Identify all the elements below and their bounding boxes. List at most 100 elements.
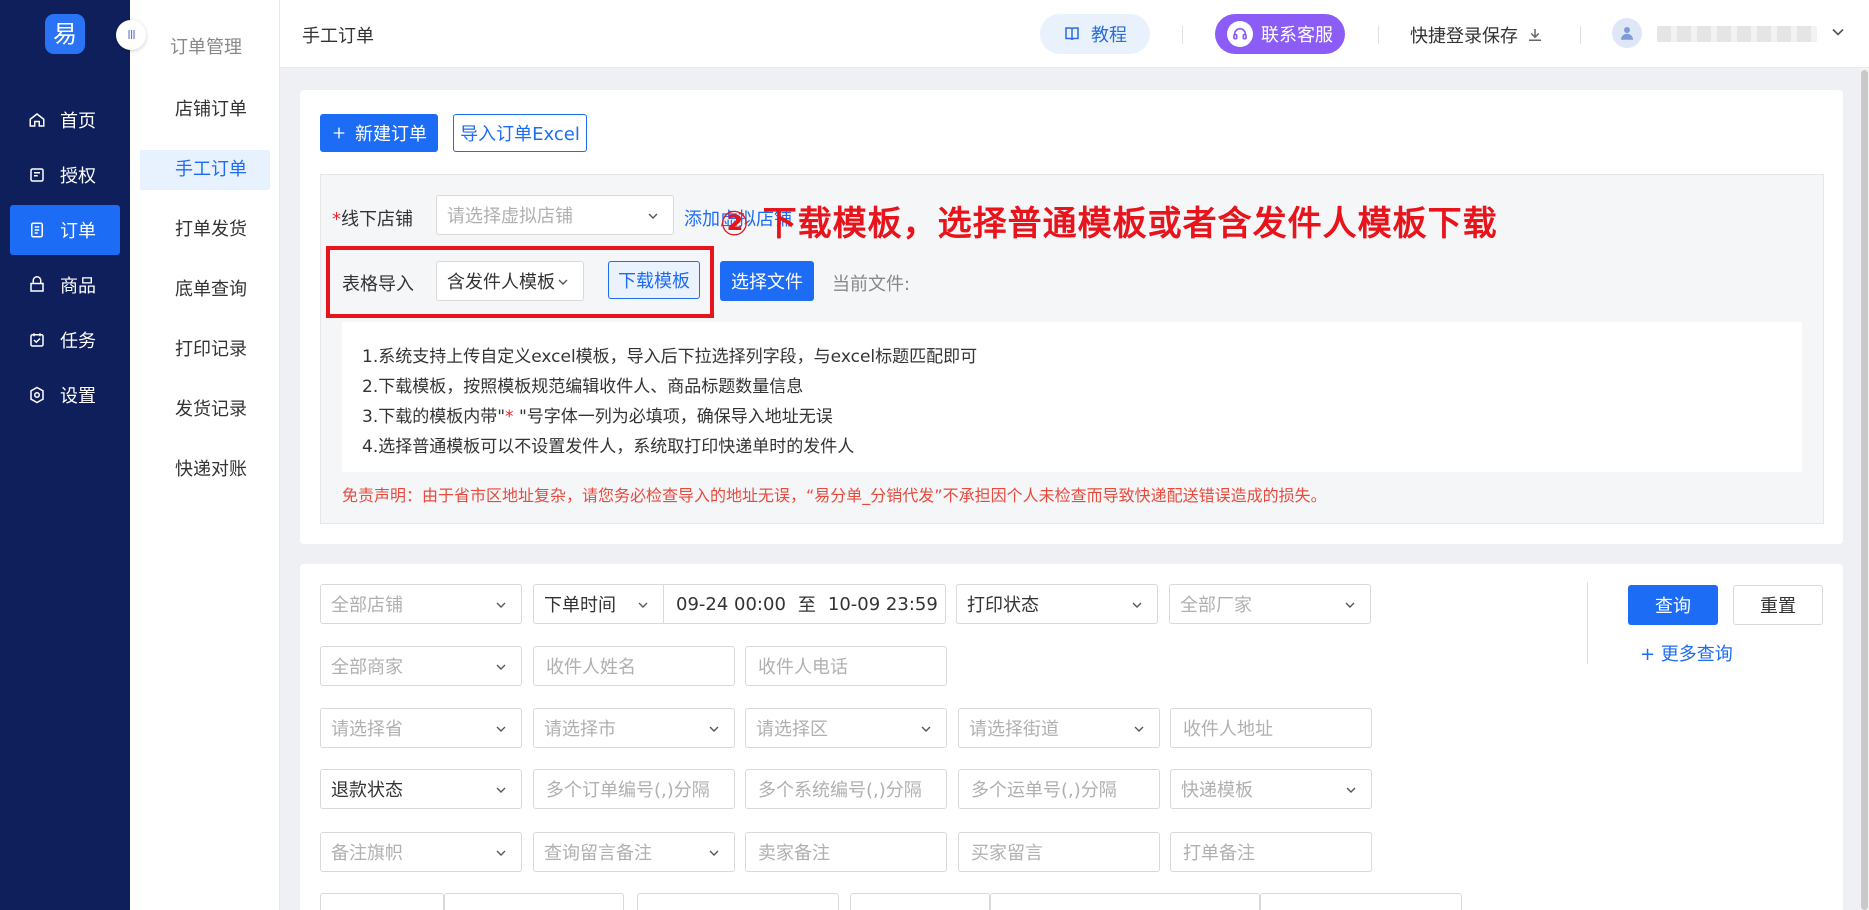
sidebar-item-label: 设置: [60, 386, 96, 407]
virtual-shop-placeholder: 请选择虚拟店铺: [447, 206, 573, 227]
app-logo[interactable]: 易: [45, 14, 85, 54]
select-value: 请选择市: [544, 719, 616, 740]
remark-flag-select[interactable]: 备注旗帜: [320, 832, 522, 872]
receiver-name-input[interactable]: 收件人姓名: [533, 646, 735, 686]
partial-field[interactable]: [1260, 893, 1462, 910]
order-numbers-input[interactable]: 多个订单编号(,)分隔: [533, 769, 735, 809]
reset-button[interactable]: 重置: [1733, 585, 1823, 625]
sidebar-item-label: 任务: [60, 331, 96, 352]
contact-service-button[interactable]: 联系客服: [1215, 14, 1345, 54]
partial-field[interactable]: [320, 893, 444, 910]
chevron-down-icon: [638, 602, 648, 608]
header-divider: [1378, 26, 1379, 44]
all-shops-select[interactable]: 全部店铺: [320, 584, 522, 624]
system-numbers-input[interactable]: 多个系统编号(,)分隔: [745, 769, 947, 809]
district-select[interactable]: 请选择区: [745, 708, 947, 748]
print-remark-input[interactable]: 打单备注: [1170, 832, 1372, 872]
page-title: 手工订单: [302, 26, 374, 47]
all-merchants-select[interactable]: 全部商家: [320, 646, 522, 686]
user-icon: [1621, 27, 1633, 40]
user-avatar[interactable]: [1612, 18, 1642, 48]
subnav-item-express-reconcile[interactable]: 快递对账: [140, 450, 270, 490]
subnav-item-print-records[interactable]: 打印记录: [140, 330, 270, 370]
search-button[interactable]: 查询: [1628, 585, 1718, 625]
chevron-down-icon[interactable]: [1828, 22, 1848, 42]
new-order-button[interactable]: 新建订单: [320, 114, 438, 152]
highlight-frame: [326, 246, 714, 318]
sidebar-item-label: 商品: [60, 276, 96, 297]
plus-icon: [333, 127, 345, 139]
home-icon: [26, 109, 48, 131]
scrollbar-thumb[interactable]: [1861, 70, 1868, 910]
subnav-item-print-ship[interactable]: 打单发货: [140, 210, 270, 250]
buyer-message-input[interactable]: 买家留言: [958, 832, 1160, 872]
select-value: 快递模板: [1181, 780, 1253, 801]
vertical-scrollbar[interactable]: [1860, 68, 1869, 910]
city-select[interactable]: 请选择市: [533, 708, 735, 748]
tutorial-button[interactable]: 教程: [1040, 14, 1150, 54]
partial-field[interactable]: [444, 893, 624, 910]
top-header: 手工订单 教程 联系客服 快捷登录保存: [280, 0, 1869, 68]
subnav-item-ship-records[interactable]: 发货记录: [140, 390, 270, 430]
offline-shop-text: 线下店铺: [341, 209, 413, 230]
select-value: 备注旗帜: [331, 843, 403, 864]
select-value: 退款状态: [331, 780, 403, 801]
waybill-numbers-input[interactable]: 多个运单号(,)分隔: [958, 769, 1160, 809]
date-range-picker[interactable]: 09-24 00:00 至 10-09 23:59: [664, 584, 946, 624]
subnav-item-stub-query[interactable]: 底单查询: [140, 270, 270, 310]
instruction-line: 4.选择普通模板可以不设置发件人，系统取打印快递单时的发件人: [362, 437, 855, 457]
select-value: 请选择街道: [969, 719, 1059, 740]
instruction-line: 1.系统支持上传自定义excel模板，导入后下拉选择列字段，与excel标题匹配…: [362, 347, 978, 367]
authorize-icon: [26, 164, 48, 186]
more-query-link[interactable]: + 更多查询: [1640, 640, 1733, 666]
main-sidebar: 易 首页 授权 订单 商品 任务 设置: [0, 0, 130, 910]
sidebar-item-settings[interactable]: 设置: [10, 370, 120, 420]
settings-icon: [26, 384, 48, 406]
order-time-select[interactable]: 下单时间: [533, 584, 664, 624]
print-status-select[interactable]: 打印状态: [956, 584, 1158, 624]
instruction-text: 3.下载的模板内带": [362, 407, 506, 427]
subnav-title: 订单管理: [170, 37, 242, 58]
receiver-address-input[interactable]: 收件人地址: [1170, 708, 1372, 748]
offline-shop-label: *线下店铺: [332, 205, 413, 231]
service-label: 联系客服: [1261, 25, 1333, 46]
collapse-sidebar-button[interactable]: III: [116, 20, 146, 50]
chevron-down-icon: [709, 850, 719, 856]
quick-login-save[interactable]: 快捷登录保存: [1410, 22, 1544, 48]
partial-field[interactable]: [637, 893, 839, 910]
subnav-item-shop-orders[interactable]: 店铺订单: [140, 90, 270, 130]
date-start: 09-24 00:00: [676, 593, 786, 615]
choose-file-button[interactable]: 选择文件: [720, 261, 814, 301]
virtual-shop-select[interactable]: 请选择虚拟店铺: [436, 195, 674, 235]
partial-field[interactable]: [990, 893, 1260, 910]
express-template-select[interactable]: 快递模板: [1170, 769, 1372, 809]
chevron-down-icon: [648, 213, 658, 219]
all-factories-select[interactable]: 全部厂家: [1169, 584, 1371, 624]
date-end: 10-09 23:59: [827, 593, 938, 615]
book-icon: [1065, 27, 1079, 41]
street-select[interactable]: 请选择街道: [958, 708, 1160, 748]
sidebar-item-goods[interactable]: 商品: [10, 260, 120, 310]
sidebar-item-home[interactable]: 首页: [10, 95, 120, 145]
sidebar-item-label: 授权: [60, 166, 96, 187]
query-remark-select[interactable]: 查询留言备注: [533, 832, 735, 872]
quick-save-label: 快捷登录保存: [1410, 26, 1518, 47]
subnav-item-manual-orders[interactable]: 手工订单: [140, 150, 270, 190]
sidebar-item-order[interactable]: 订单: [10, 205, 120, 255]
partial-field[interactable]: [850, 893, 990, 910]
annotation-text: ② 下载模板，选择普通模板或者含发件人模板下载: [720, 204, 1498, 244]
download-icon: [1529, 29, 1541, 41]
import-excel-button[interactable]: 导入订单Excel: [453, 114, 587, 152]
sidebar-item-authorize[interactable]: 授权: [10, 150, 120, 200]
province-select[interactable]: 请选择省: [320, 708, 522, 748]
refund-status-select[interactable]: 退款状态: [320, 769, 522, 809]
sidebar-item-task[interactable]: 任务: [10, 315, 120, 365]
receiver-phone-input[interactable]: 收件人电话: [745, 646, 947, 686]
instruction-text: "号字体一列为必填项，确保导入地址无误: [513, 407, 833, 427]
chevron-down-icon: [496, 850, 506, 856]
order-icon: [26, 219, 48, 241]
chevron-down-icon: [496, 664, 506, 670]
seller-remark-input[interactable]: 卖家备注: [745, 832, 947, 872]
header-divider: [1580, 26, 1581, 44]
chevron-down-icon: [921, 726, 931, 732]
